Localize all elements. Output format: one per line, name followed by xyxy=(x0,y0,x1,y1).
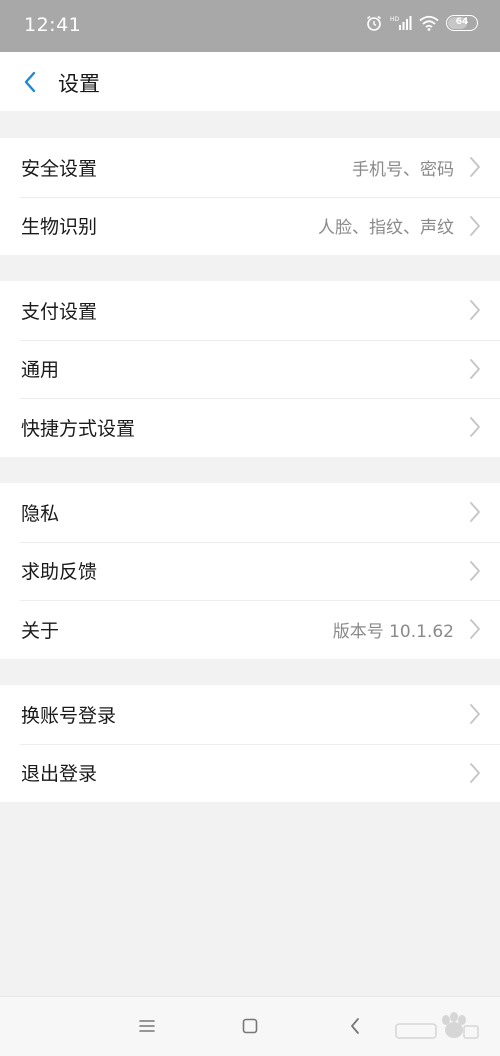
settings-item-biometrics[interactable]: 生物识别 人脸、指纹、声纹 xyxy=(0,196,500,256)
chevron-right-icon xyxy=(470,358,480,379)
settings-item-label: 快捷方式设置 xyxy=(21,417,136,440)
wifi-icon xyxy=(419,15,439,31)
settings-item-about[interactable]: 关于 版本号 10.1.62 xyxy=(0,600,500,659)
header: 设置 xyxy=(0,52,500,111)
status-bar: 12:41 HD 64 xyxy=(0,0,500,52)
chevron-right-icon xyxy=(470,704,480,725)
settings-item-shortcuts[interactable]: 快捷方式设置 xyxy=(0,398,500,457)
settings-item-label: 关于 xyxy=(21,619,60,642)
chevron-right-icon xyxy=(470,215,480,236)
menu-button[interactable] xyxy=(134,1015,160,1037)
chevron-right-icon xyxy=(470,560,480,581)
settings-group-account: 换账号登录 退出登录 xyxy=(0,685,500,802)
settings-item-value: 版本号 10.1.62 xyxy=(332,621,454,642)
back-icon xyxy=(351,1018,359,1034)
system-nav-bar xyxy=(0,996,500,1056)
settings-item-label: 生物识别 xyxy=(21,216,98,239)
back-button[interactable] xyxy=(14,66,46,98)
chevron-right-icon xyxy=(470,619,480,640)
nav-back-button[interactable] xyxy=(342,1015,368,1037)
home-button[interactable] xyxy=(237,1015,263,1037)
chevron-right-icon xyxy=(470,300,480,321)
chevron-left-icon xyxy=(24,71,36,93)
settings-item-label: 换账号登录 xyxy=(21,704,117,727)
hd-signal-icon: HD xyxy=(390,14,412,32)
settings-item-label: 安全设置 xyxy=(21,157,98,180)
settings-item-general[interactable]: 通用 xyxy=(0,339,500,399)
svg-text:HD: HD xyxy=(390,16,400,23)
settings-group-general: 支付设置 通用 快捷方式设置 xyxy=(0,281,500,457)
menu-icon xyxy=(139,1020,155,1032)
settings-item-privacy[interactable]: 隐私 xyxy=(0,483,500,542)
settings-item-security[interactable]: 安全设置 手机号、密码 xyxy=(0,138,500,197)
settings-item-logout[interactable]: 退出登录 xyxy=(0,743,500,803)
settings-item-value: 人脸、指纹、声纹 xyxy=(318,218,454,239)
settings-item-value: 手机号、密码 xyxy=(352,159,454,180)
settings-item-label: 退出登录 xyxy=(21,763,98,786)
settings-group-privacy-about: 隐私 求助反馈 关于 版本号 10.1.62 xyxy=(0,483,500,659)
settings-item-label: 支付设置 xyxy=(21,300,98,323)
settings-group-account-security: 安全设置 手机号、密码 生物识别 人脸、指纹、声纹 xyxy=(0,138,500,255)
home-icon xyxy=(242,1018,258,1034)
chevron-right-icon xyxy=(470,762,480,783)
battery-icon: 64 xyxy=(446,15,478,31)
page-title: 设置 xyxy=(58,72,100,96)
settings-item-label: 求助反馈 xyxy=(21,561,98,584)
watermark-logo xyxy=(395,1012,479,1039)
status-icons: HD 64 xyxy=(365,14,478,32)
alarm-icon xyxy=(365,14,383,32)
chevron-right-icon xyxy=(470,417,480,438)
settings-item-switch-account[interactable]: 换账号登录 xyxy=(0,685,500,744)
settings-item-label: 隐私 xyxy=(21,502,60,525)
settings-item-label: 通用 xyxy=(21,359,60,382)
status-time: 12:41 xyxy=(24,14,82,36)
chevron-right-icon xyxy=(470,502,480,523)
settings-item-payment[interactable]: 支付设置 xyxy=(0,281,500,340)
chevron-right-icon xyxy=(470,157,480,178)
battery-level: 64 xyxy=(455,17,469,27)
settings-item-help-feedback[interactable]: 求助反馈 xyxy=(0,541,500,601)
